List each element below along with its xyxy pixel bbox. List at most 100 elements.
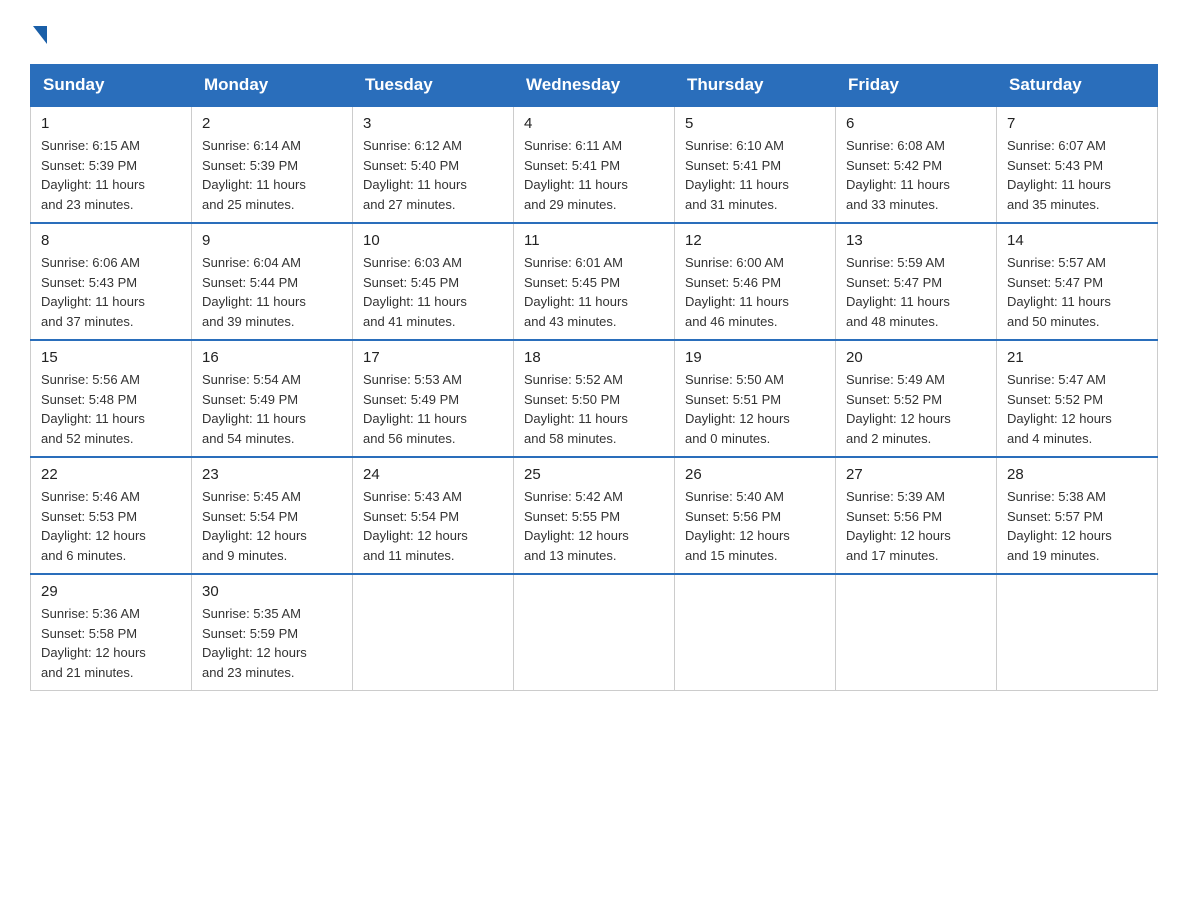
day-number: 1 (41, 115, 181, 132)
day-number: 7 (1007, 115, 1147, 132)
day-info: Sunrise: 6:00 AM Sunset: 5:46 PM Dayligh… (685, 253, 825, 331)
calendar-day-cell: 6 Sunrise: 6:08 AM Sunset: 5:42 PM Dayli… (836, 106, 997, 223)
calendar-week-row: 1 Sunrise: 6:15 AM Sunset: 5:39 PM Dayli… (31, 106, 1158, 223)
day-number: 29 (41, 583, 181, 600)
day-number: 25 (524, 466, 664, 483)
day-info: Sunrise: 5:47 AM Sunset: 5:52 PM Dayligh… (1007, 370, 1147, 448)
day-info: Sunrise: 6:14 AM Sunset: 5:39 PM Dayligh… (202, 136, 342, 214)
day-number: 13 (846, 232, 986, 249)
calendar-header-row: SundayMondayTuesdayWednesdayThursdayFrid… (31, 65, 1158, 107)
calendar-day-header: Saturday (997, 65, 1158, 107)
calendar-day-cell: 25 Sunrise: 5:42 AM Sunset: 5:55 PM Dayl… (514, 457, 675, 574)
calendar-day-cell: 20 Sunrise: 5:49 AM Sunset: 5:52 PM Dayl… (836, 340, 997, 457)
calendar-day-cell: 24 Sunrise: 5:43 AM Sunset: 5:54 PM Dayl… (353, 457, 514, 574)
day-number: 20 (846, 349, 986, 366)
calendar-day-header: Sunday (31, 65, 192, 107)
day-number: 17 (363, 349, 503, 366)
calendar-day-cell: 30 Sunrise: 5:35 AM Sunset: 5:59 PM Dayl… (192, 574, 353, 691)
calendar-day-header: Monday (192, 65, 353, 107)
calendar-day-header: Thursday (675, 65, 836, 107)
calendar-day-cell: 21 Sunrise: 5:47 AM Sunset: 5:52 PM Dayl… (997, 340, 1158, 457)
day-info: Sunrise: 6:07 AM Sunset: 5:43 PM Dayligh… (1007, 136, 1147, 214)
day-info: Sunrise: 5:38 AM Sunset: 5:57 PM Dayligh… (1007, 487, 1147, 565)
day-info: Sunrise: 5:35 AM Sunset: 5:59 PM Dayligh… (202, 604, 342, 682)
logo-arrow-icon (33, 26, 47, 44)
calendar-day-cell: 2 Sunrise: 6:14 AM Sunset: 5:39 PM Dayli… (192, 106, 353, 223)
calendar-week-row: 29 Sunrise: 5:36 AM Sunset: 5:58 PM Dayl… (31, 574, 1158, 691)
day-number: 22 (41, 466, 181, 483)
day-number: 23 (202, 466, 342, 483)
day-info: Sunrise: 5:40 AM Sunset: 5:56 PM Dayligh… (685, 487, 825, 565)
day-number: 21 (1007, 349, 1147, 366)
calendar-week-row: 22 Sunrise: 5:46 AM Sunset: 5:53 PM Dayl… (31, 457, 1158, 574)
day-info: Sunrise: 5:45 AM Sunset: 5:54 PM Dayligh… (202, 487, 342, 565)
calendar-day-cell: 23 Sunrise: 5:45 AM Sunset: 5:54 PM Dayl… (192, 457, 353, 574)
day-info: Sunrise: 5:57 AM Sunset: 5:47 PM Dayligh… (1007, 253, 1147, 331)
day-number: 12 (685, 232, 825, 249)
day-info: Sunrise: 6:10 AM Sunset: 5:41 PM Dayligh… (685, 136, 825, 214)
calendar-day-cell: 15 Sunrise: 5:56 AM Sunset: 5:48 PM Dayl… (31, 340, 192, 457)
day-info: Sunrise: 5:50 AM Sunset: 5:51 PM Dayligh… (685, 370, 825, 448)
calendar-empty-cell (836, 574, 997, 691)
calendar-week-row: 8 Sunrise: 6:06 AM Sunset: 5:43 PM Dayli… (31, 223, 1158, 340)
day-info: Sunrise: 6:15 AM Sunset: 5:39 PM Dayligh… (41, 136, 181, 214)
calendar-empty-cell (675, 574, 836, 691)
day-number: 15 (41, 349, 181, 366)
day-info: Sunrise: 5:46 AM Sunset: 5:53 PM Dayligh… (41, 487, 181, 565)
calendar-day-cell: 14 Sunrise: 5:57 AM Sunset: 5:47 PM Dayl… (997, 223, 1158, 340)
day-info: Sunrise: 5:49 AM Sunset: 5:52 PM Dayligh… (846, 370, 986, 448)
calendar-day-cell: 9 Sunrise: 6:04 AM Sunset: 5:44 PM Dayli… (192, 223, 353, 340)
day-number: 10 (363, 232, 503, 249)
calendar-day-cell: 13 Sunrise: 5:59 AM Sunset: 5:47 PM Dayl… (836, 223, 997, 340)
calendar-week-row: 15 Sunrise: 5:56 AM Sunset: 5:48 PM Dayl… (31, 340, 1158, 457)
day-number: 2 (202, 115, 342, 132)
calendar-day-cell: 12 Sunrise: 6:00 AM Sunset: 5:46 PM Dayl… (675, 223, 836, 340)
day-info: Sunrise: 5:54 AM Sunset: 5:49 PM Dayligh… (202, 370, 342, 448)
day-number: 6 (846, 115, 986, 132)
day-info: Sunrise: 6:11 AM Sunset: 5:41 PM Dayligh… (524, 136, 664, 214)
day-info: Sunrise: 5:42 AM Sunset: 5:55 PM Dayligh… (524, 487, 664, 565)
calendar-day-header: Wednesday (514, 65, 675, 107)
day-info: Sunrise: 5:59 AM Sunset: 5:47 PM Dayligh… (846, 253, 986, 331)
day-number: 3 (363, 115, 503, 132)
calendar-empty-cell (514, 574, 675, 691)
logo (30, 20, 47, 44)
calendar-day-cell: 8 Sunrise: 6:06 AM Sunset: 5:43 PM Dayli… (31, 223, 192, 340)
day-info: Sunrise: 6:03 AM Sunset: 5:45 PM Dayligh… (363, 253, 503, 331)
calendar-day-header: Tuesday (353, 65, 514, 107)
calendar-day-cell: 7 Sunrise: 6:07 AM Sunset: 5:43 PM Dayli… (997, 106, 1158, 223)
calendar-day-cell: 1 Sunrise: 6:15 AM Sunset: 5:39 PM Dayli… (31, 106, 192, 223)
calendar-day-cell: 16 Sunrise: 5:54 AM Sunset: 5:49 PM Dayl… (192, 340, 353, 457)
day-info: Sunrise: 5:53 AM Sunset: 5:49 PM Dayligh… (363, 370, 503, 448)
day-info: Sunrise: 5:36 AM Sunset: 5:58 PM Dayligh… (41, 604, 181, 682)
day-info: Sunrise: 6:04 AM Sunset: 5:44 PM Dayligh… (202, 253, 342, 331)
day-number: 28 (1007, 466, 1147, 483)
day-number: 18 (524, 349, 664, 366)
day-info: Sunrise: 6:01 AM Sunset: 5:45 PM Dayligh… (524, 253, 664, 331)
calendar-day-header: Friday (836, 65, 997, 107)
calendar-day-cell: 3 Sunrise: 6:12 AM Sunset: 5:40 PM Dayli… (353, 106, 514, 223)
calendar-day-cell: 22 Sunrise: 5:46 AM Sunset: 5:53 PM Dayl… (31, 457, 192, 574)
calendar-day-cell: 18 Sunrise: 5:52 AM Sunset: 5:50 PM Dayl… (514, 340, 675, 457)
calendar-day-cell: 28 Sunrise: 5:38 AM Sunset: 5:57 PM Dayl… (997, 457, 1158, 574)
day-number: 14 (1007, 232, 1147, 249)
calendar-table: SundayMondayTuesdayWednesdayThursdayFrid… (30, 64, 1158, 691)
page-header (30, 20, 1158, 44)
day-number: 19 (685, 349, 825, 366)
calendar-day-cell: 27 Sunrise: 5:39 AM Sunset: 5:56 PM Dayl… (836, 457, 997, 574)
day-info: Sunrise: 6:06 AM Sunset: 5:43 PM Dayligh… (41, 253, 181, 331)
calendar-day-cell: 17 Sunrise: 5:53 AM Sunset: 5:49 PM Dayl… (353, 340, 514, 457)
day-info: Sunrise: 6:08 AM Sunset: 5:42 PM Dayligh… (846, 136, 986, 214)
day-info: Sunrise: 5:39 AM Sunset: 5:56 PM Dayligh… (846, 487, 986, 565)
calendar-day-cell: 10 Sunrise: 6:03 AM Sunset: 5:45 PM Dayl… (353, 223, 514, 340)
day-number: 11 (524, 232, 664, 249)
calendar-day-cell: 4 Sunrise: 6:11 AM Sunset: 5:41 PM Dayli… (514, 106, 675, 223)
calendar-day-cell: 29 Sunrise: 5:36 AM Sunset: 5:58 PM Dayl… (31, 574, 192, 691)
day-info: Sunrise: 5:43 AM Sunset: 5:54 PM Dayligh… (363, 487, 503, 565)
day-info: Sunrise: 5:56 AM Sunset: 5:48 PM Dayligh… (41, 370, 181, 448)
day-number: 4 (524, 115, 664, 132)
day-number: 8 (41, 232, 181, 249)
day-number: 5 (685, 115, 825, 132)
calendar-day-cell: 19 Sunrise: 5:50 AM Sunset: 5:51 PM Dayl… (675, 340, 836, 457)
calendar-empty-cell (353, 574, 514, 691)
